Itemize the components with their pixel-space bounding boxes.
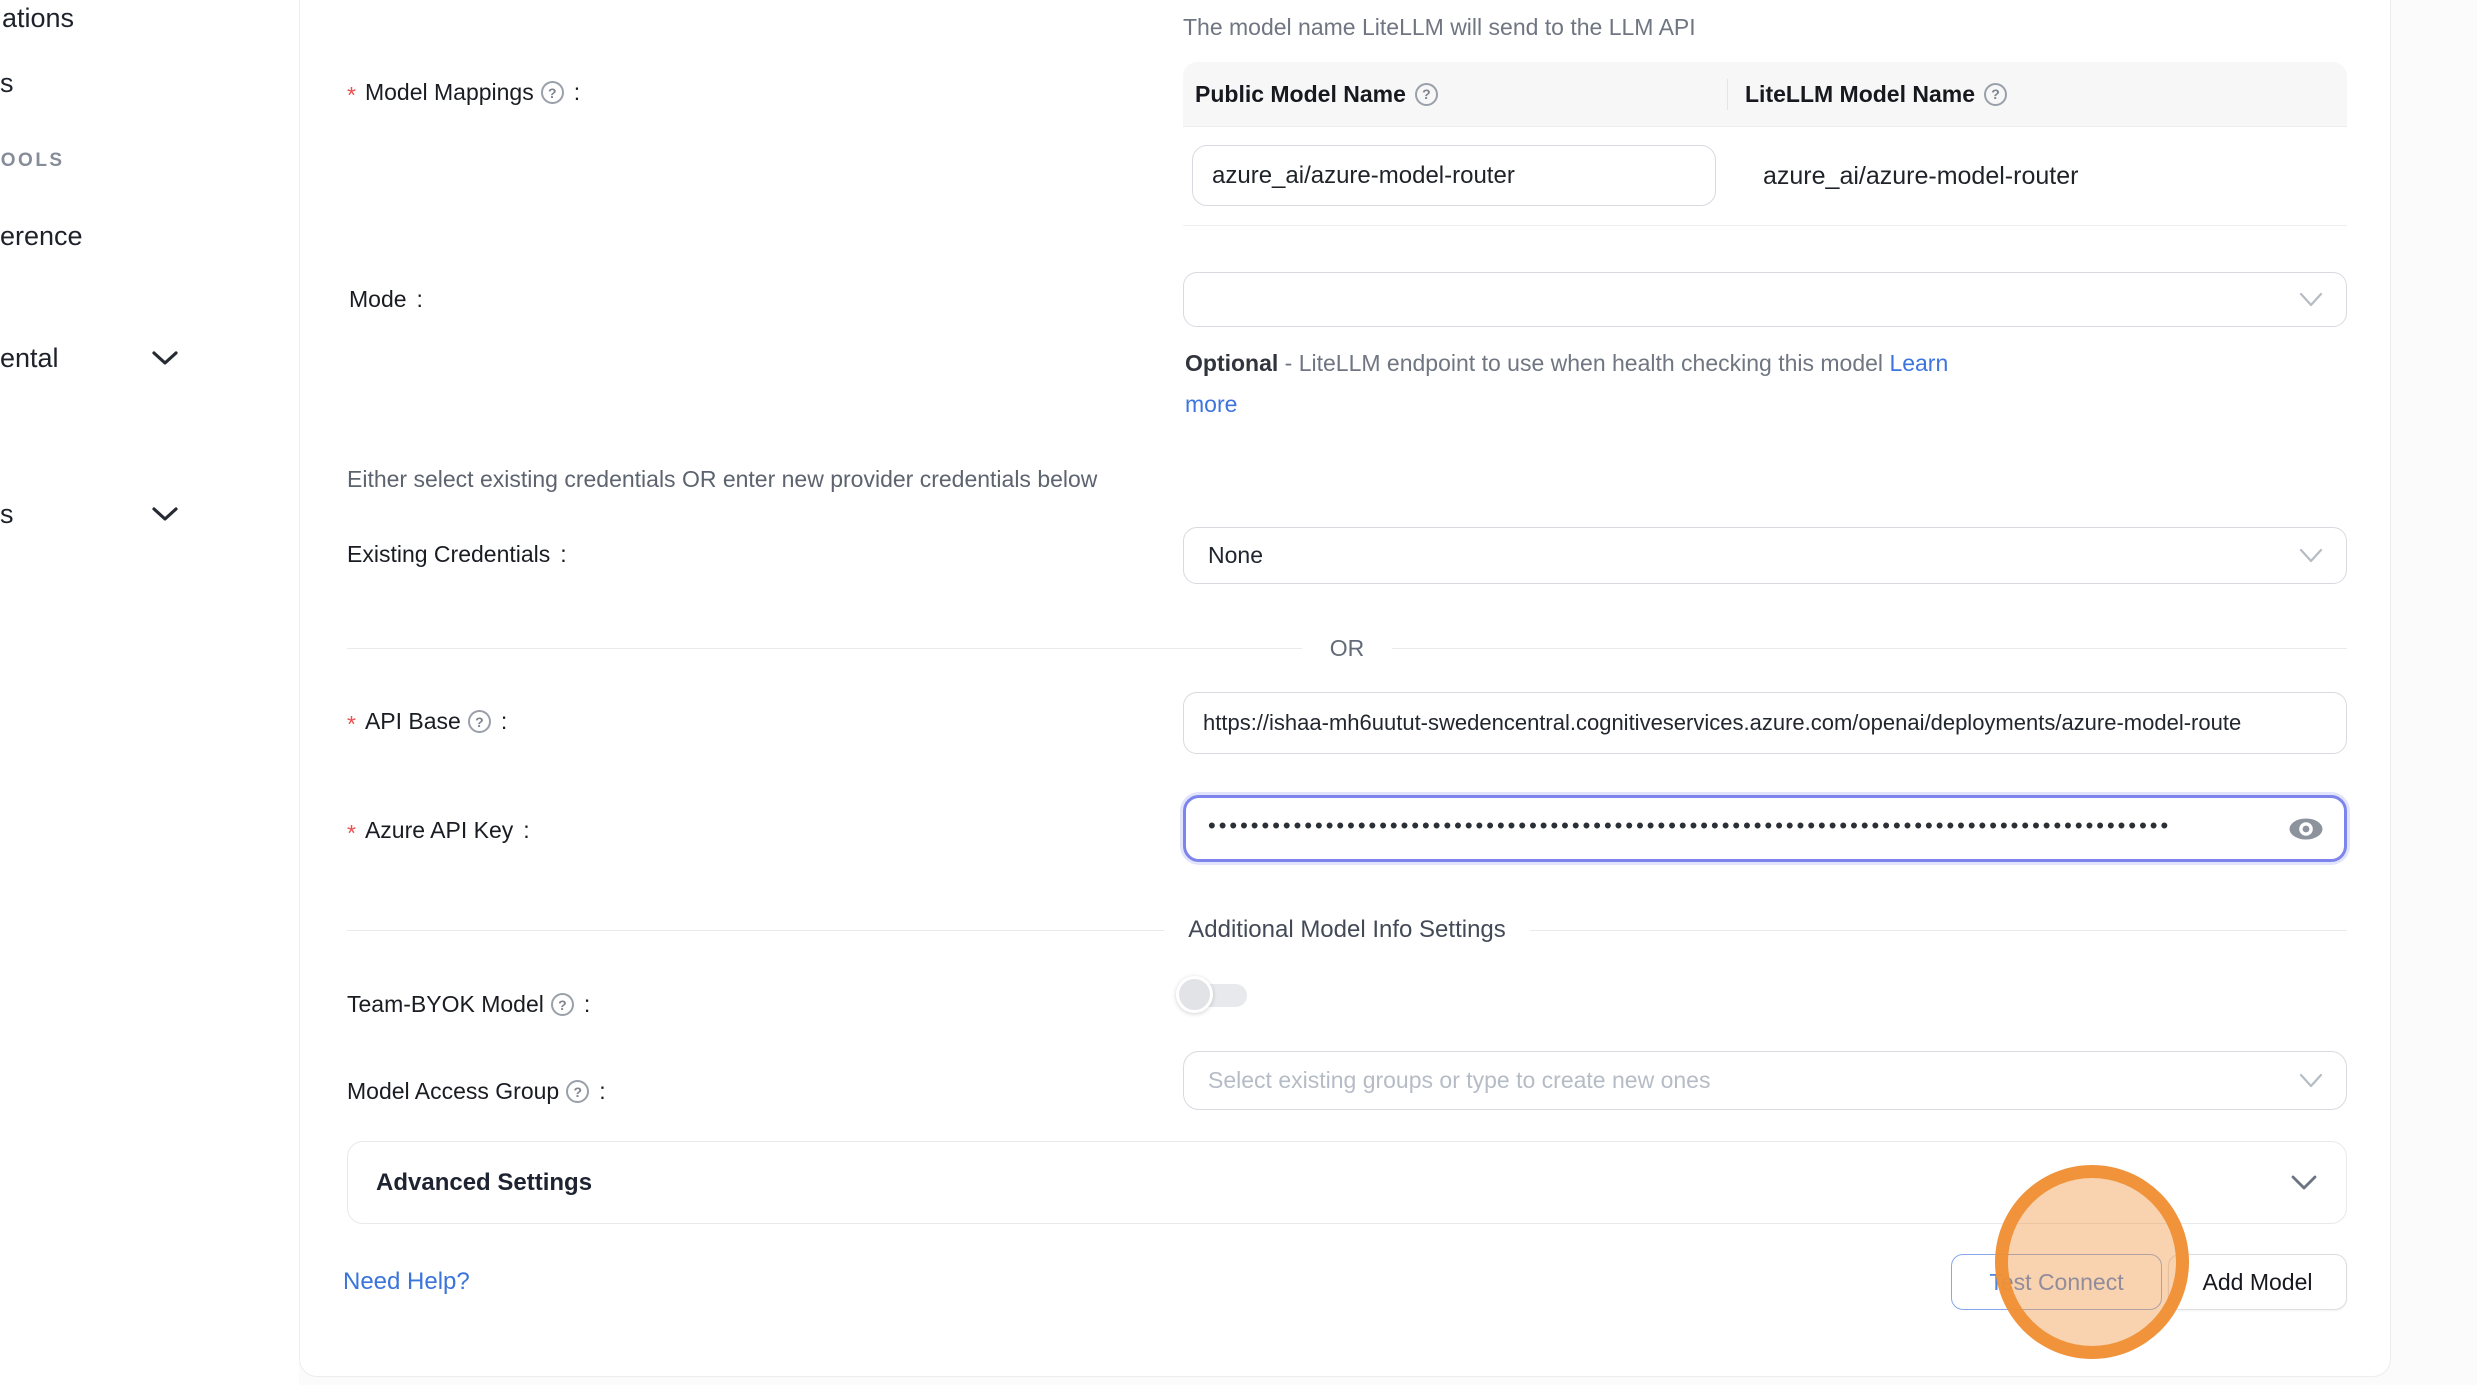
azure-api-key-label: Azure API Key <box>365 817 513 844</box>
litellm-model-name-value: azure_ai/azure-model-router <box>1745 127 2078 225</box>
additional-settings-divider: Additional Model Info Settings <box>347 916 2347 944</box>
sidebar-item-label: erence <box>0 221 83 251</box>
model-access-group-placeholder: Select existing groups or type to create… <box>1208 1067 1710 1094</box>
sidebar-item-truncated-3[interactable]: erence <box>0 221 83 252</box>
learn-more-word: Learn <box>1889 350 1948 376</box>
add-model-page: ations s TOOLS erence ental s The model … <box>0 0 2477 1385</box>
sidebar-section-tools: TOOLS <box>0 150 65 172</box>
model-access-group-label: Model Access Group <box>347 1078 559 1105</box>
column-divider <box>1727 79 1728 110</box>
chevron-down-icon <box>152 350 178 366</box>
model-mappings-table: Public Model Name ? LiteLLM Model Name ?… <box>1183 62 2347 226</box>
sidebar-item-truncated-4[interactable]: ental <box>0 343 59 374</box>
help-icon[interactable]: ? <box>1984 83 2007 106</box>
mode-label-row: Mode : <box>349 286 423 313</box>
model-mapping-row: azure_ai/azure-model-router azure_ai/azu… <box>1183 127 2347 226</box>
label-colon: : <box>560 541 566 568</box>
azure-api-key-label-row: * Azure API Key : <box>347 817 530 844</box>
existing-credentials-label: Existing Credentials <box>347 541 550 568</box>
label-colon: : <box>584 991 590 1018</box>
mode-hint: Optional - LiteLLM endpoint to use when … <box>1185 343 2045 425</box>
chevron-down-icon <box>152 506 178 522</box>
column-header-public-model-name: Public Model Name ? <box>1183 81 1727 108</box>
chevron-down-icon <box>2296 546 2326 566</box>
chevron-down-icon <box>2296 290 2326 310</box>
required-asterisk: * <box>347 82 356 109</box>
sidebar-item-truncated-2[interactable]: s <box>0 68 14 99</box>
model-mappings-table-header: Public Model Name ? LiteLLM Model Name ? <box>1183 62 2347 127</box>
required-asterisk: * <box>347 820 356 847</box>
model-access-group-select[interactable]: Select existing groups or type to create… <box>1183 1051 2347 1110</box>
model-access-group-label-row: Model Access Group ? : <box>347 1078 606 1105</box>
need-help-link[interactable]: Need Help? <box>343 1268 470 1296</box>
existing-credentials-value: None <box>1208 542 1263 569</box>
advanced-settings-label: Advanced Settings <box>376 1169 2290 1197</box>
required-asterisk: * <box>347 711 356 738</box>
public-model-name-input[interactable]: azure_ai/azure-model-router <box>1192 145 1716 206</box>
litellm-model-name-hint: The model name LiteLLM will send to the … <box>1183 14 1696 41</box>
additional-settings-divider-text: Additional Model Info Settings <box>1164 916 1530 944</box>
divider-line <box>1530 930 2347 931</box>
help-icon[interactable]: ? <box>551 993 574 1016</box>
help-icon[interactable]: ? <box>566 1080 589 1103</box>
click-highlight-ring <box>1995 1165 2189 1359</box>
help-icon[interactable]: ? <box>1415 83 1438 106</box>
model-mappings-label: Model Mappings <box>365 79 534 106</box>
label-colon: : <box>574 79 580 106</box>
toggle-handle <box>1176 976 1213 1013</box>
column-header-label: LiteLLM Model Name <box>1745 81 1975 108</box>
divider-line <box>1392 648 2347 649</box>
api-base-label: API Base <box>365 708 461 735</box>
column-header-label: Public Model Name <box>1195 81 1406 108</box>
sidebar-item-label: s <box>0 68 14 98</box>
add-model-button[interactable]: Add Model <box>2168 1254 2347 1310</box>
label-colon: : <box>501 708 507 735</box>
existing-credentials-label-row: Existing Credentials : <box>347 541 567 568</box>
masked-password-value: ••••••••••••••••••••••••••••••••••••••••… <box>1208 813 2248 839</box>
chevron-down-icon <box>2290 1174 2318 1191</box>
sidebar: ations s TOOLS erence ental s <box>0 0 299 1385</box>
team-byok-toggle[interactable] <box>1176 976 1250 1014</box>
sidebar-item-label: ations <box>2 3 74 33</box>
model-mappings-label-row: * Model Mappings ? : <box>347 79 580 106</box>
sidebar-item-truncated-5[interactable]: s <box>0 499 14 530</box>
sidebar-item-label: ental <box>0 343 59 373</box>
eye-icon[interactable] <box>2288 815 2324 843</box>
mode-hint-lead: Optional <box>1185 350 1278 376</box>
divider-line <box>347 930 1164 931</box>
sidebar-item-label: s <box>0 499 14 529</box>
azure-api-key-input[interactable]: ••••••••••••••••••••••••••••••••••••••••… <box>1183 795 2347 862</box>
mode-select[interactable] <box>1183 272 2347 327</box>
team-byok-label-row: Team-BYOK Model ? : <box>347 991 590 1018</box>
or-divider-text: OR <box>1302 635 1393 662</box>
or-divider: OR <box>347 635 2347 662</box>
label-colon: : <box>599 1078 605 1105</box>
mode-label: Mode <box>349 286 407 313</box>
api-base-label-row: * API Base ? : <box>347 708 507 735</box>
credentials-note: Either select existing credentials OR en… <box>347 466 1097 493</box>
chevron-down-icon <box>2296 1071 2326 1091</box>
help-icon[interactable]: ? <box>468 710 491 733</box>
learn-more-word: more <box>1185 391 1237 417</box>
existing-credentials-select[interactable]: None <box>1183 527 2347 584</box>
label-colon: : <box>417 286 423 313</box>
column-header-litellm-model-name: LiteLLM Model Name ? <box>1727 81 2007 108</box>
api-base-input[interactable]: https://ishaa-mh6uutut-swedencentral.cog… <box>1183 692 2347 754</box>
team-byok-label: Team-BYOK Model <box>347 991 544 1018</box>
help-icon[interactable]: ? <box>541 81 564 104</box>
divider-line <box>347 648 1302 649</box>
sidebar-item-truncated-1[interactable]: ations <box>2 3 74 34</box>
mode-hint-text: - LiteLLM endpoint to use when health ch… <box>1285 350 1883 376</box>
label-colon: : <box>523 817 529 844</box>
